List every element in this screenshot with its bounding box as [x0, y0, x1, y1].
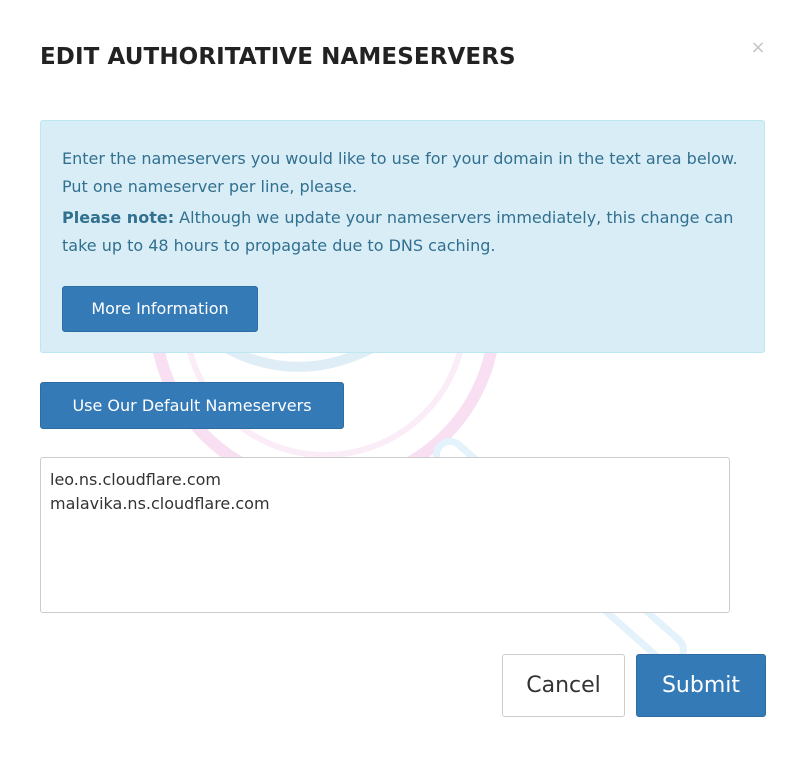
edit-nameservers-modal: EDIT AUTHORITATIVE NAMESERVERS × Enter t…: [0, 0, 797, 761]
submit-button[interactable]: Submit: [636, 654, 766, 717]
close-icon[interactable]: ×: [748, 38, 768, 58]
cancel-button[interactable]: Cancel: [502, 654, 625, 717]
note-label: Please note:: [62, 208, 175, 227]
modal-title: EDIT AUTHORITATIVE NAMESERVERS: [40, 44, 516, 70]
info-instructions: Enter the nameservers you would like to …: [62, 149, 738, 196]
nameservers-textarea[interactable]: leo.ns.cloudflare.com malavika.ns.cloudf…: [40, 457, 730, 613]
nameserver-line: leo.ns.cloudflare.com: [50, 470, 221, 489]
nameserver-line: malavika.ns.cloudflare.com: [50, 494, 270, 513]
more-information-button[interactable]: More Information: [62, 286, 258, 332]
use-default-nameservers-button[interactable]: Use Our Default Nameservers: [40, 382, 344, 429]
info-note: Please note: Although we update your nam…: [62, 204, 743, 260]
info-alert: Enter the nameservers you would like to …: [40, 120, 765, 353]
